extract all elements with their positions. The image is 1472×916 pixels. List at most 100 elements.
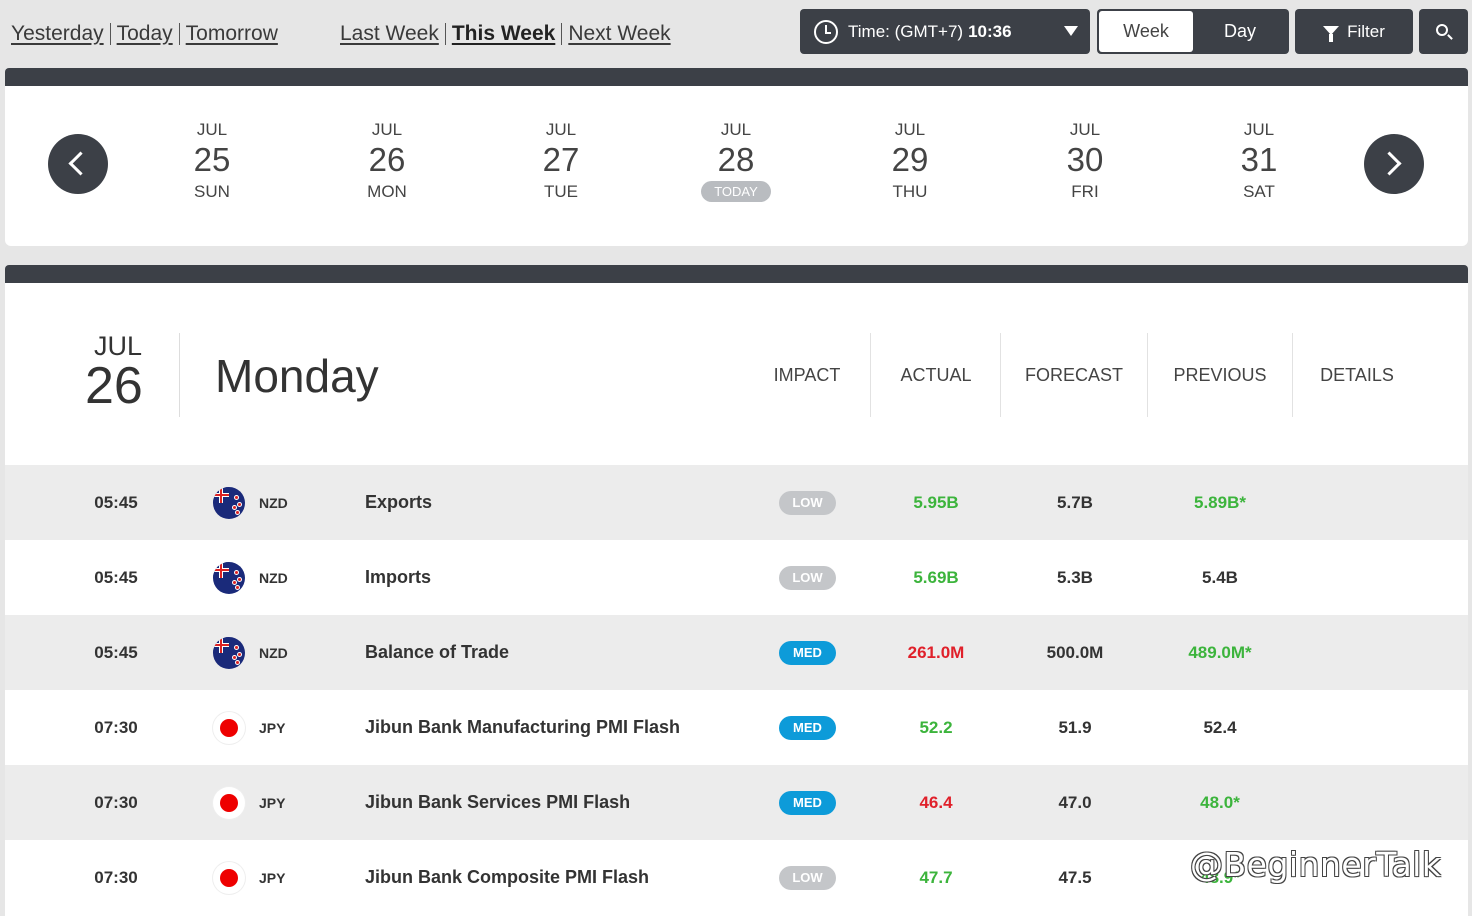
- event-time: 05:45: [94, 492, 138, 512]
- link-last-week[interactable]: Last Week: [340, 22, 439, 46]
- event-currency: NZD: [259, 644, 288, 661]
- jp-flag-icon: [213, 711, 245, 744]
- event-title[interactable]: Balance of Trade: [365, 615, 765, 690]
- nz-flag-icon: [213, 636, 245, 669]
- event-currency: JPY: [259, 869, 286, 886]
- view-toggle: Week Day: [1097, 9, 1289, 54]
- event-flag: [213, 690, 245, 765]
- day-month: JUL: [1243, 120, 1275, 139]
- timezone-label: Time: (GMT+7): [848, 21, 964, 41]
- event-flag: [213, 615, 245, 690]
- event-title[interactable]: Exports: [365, 465, 765, 540]
- event-impact: MED: [779, 615, 836, 690]
- current-time: 10:36: [968, 21, 1012, 41]
- event-row[interactable]: 05:45 NZD Balance of Trade MED 261.0M 500.0M 4…: [5, 615, 1468, 690]
- day-weekday: THU: [892, 182, 928, 201]
- event-title[interactable]: Jibun Bank Manufacturing PMI Flash: [365, 690, 765, 765]
- view-day-button[interactable]: Day: [1193, 11, 1287, 52]
- day-weekday: TUE: [544, 182, 578, 201]
- week-day-mon[interactable]: JUL 26 MON: [327, 120, 447, 202]
- today-badge: TODAY: [701, 181, 771, 202]
- event-time: 05:45: [94, 642, 138, 662]
- event-row[interactable]: 07:30 JPY Jibun Bank Services PMI Flash MED…: [5, 765, 1468, 840]
- timezone-select[interactable]: Time: (GMT+7) 10:36: [800, 9, 1090, 54]
- week-day-today[interactable]: JUL 28 TODAY: [676, 120, 796, 202]
- link-this-week[interactable]: This Week: [452, 22, 555, 46]
- week-day-sat[interactable]: JUL 31 SAT: [1199, 120, 1319, 202]
- caret-down-icon: [1064, 26, 1078, 36]
- event-row[interactable]: 05:45 NZD Imports LOW 5.69B 5.3B 5.4B: [5, 540, 1468, 615]
- impact-badge: MED: [779, 790, 836, 815]
- day-month: JUL: [1069, 120, 1101, 139]
- prev-week-button[interactable]: [48, 134, 108, 194]
- watermark: @BeginnerTalk: [1190, 845, 1442, 884]
- impact-badge: LOW: [779, 565, 836, 590]
- event-actual: 5.95B: [913, 492, 959, 512]
- event-time: 07:30: [94, 717, 138, 737]
- day-header-weekday: Monday: [215, 350, 379, 402]
- event-previous: 489.0M*: [1188, 642, 1252, 662]
- week-day-fri[interactable]: JUL 30 FRI: [1025, 120, 1145, 202]
- day-weekday: SAT: [1243, 182, 1275, 201]
- day-month: JUL: [545, 120, 577, 139]
- chevron-right-icon: [1377, 151, 1402, 176]
- event-title[interactable]: Imports: [365, 540, 765, 615]
- day-number: 29: [891, 141, 929, 178]
- link-tomorrow[interactable]: Tomorrow: [186, 22, 278, 46]
- event-forecast: 47.5: [1058, 867, 1092, 887]
- column-divider: [1000, 333, 1001, 417]
- event-actual: 46.4: [919, 792, 953, 812]
- event-impact: LOW: [779, 540, 836, 615]
- column-forecast: FORECAST: [1024, 365, 1123, 385]
- impact-badge: LOW: [779, 865, 836, 890]
- event-actual: 52.2: [919, 717, 953, 737]
- link-today[interactable]: Today: [117, 22, 173, 46]
- nz-flag-icon: [213, 561, 245, 594]
- day-month: JUL: [894, 120, 926, 139]
- day-month: JUL: [196, 120, 228, 139]
- day-number: 26: [368, 141, 406, 178]
- event-forecast: 51.9: [1058, 717, 1092, 737]
- event-currency: JPY: [259, 719, 286, 736]
- link-separator: [109, 23, 111, 45]
- day-header-date: JUL 26: [85, 331, 180, 412]
- week-day-tue[interactable]: JUL 27 TUE: [501, 120, 621, 202]
- column-divider: [1147, 333, 1148, 417]
- week-day-thu[interactable]: JUL 29 THU: [850, 120, 970, 202]
- event-currency: JPY: [259, 794, 286, 811]
- week-day-sun[interactable]: JUL 25 SUN: [152, 120, 272, 202]
- impact-badge: MED: [779, 640, 836, 665]
- view-week-button[interactable]: Week: [1099, 11, 1193, 52]
- search-button[interactable]: [1419, 9, 1468, 54]
- column-impact: IMPACT: [773, 365, 841, 385]
- filter-button[interactable]: Filter: [1295, 9, 1413, 54]
- link-yesterday[interactable]: Yesterday: [11, 22, 104, 46]
- day-number: 28: [717, 141, 755, 178]
- event-title[interactable]: Jibun Bank Services PMI Flash: [365, 765, 765, 840]
- link-next-week[interactable]: Next Week: [568, 22, 670, 46]
- event-row[interactable]: 05:45 NZD Exports LOW 5.95B 5.7B 5.89B*: [5, 465, 1468, 540]
- day-weekday: MON: [367, 182, 407, 201]
- week-strip: JUL 25 SUN JUL 26 MON JUL 27 TUE JUL 28 …: [5, 86, 1468, 246]
- column-divider: [870, 333, 871, 417]
- day-quick-links: Yesterday Today Tomorrow: [11, 22, 278, 46]
- event-actual: 5.69B: [913, 567, 959, 587]
- event-time: 05:45: [94, 567, 138, 587]
- impact-badge: MED: [779, 715, 836, 740]
- day-header: JUL 26 Monday IMPACT ACTUAL FORECAST PRE…: [5, 283, 1468, 465]
- event-title[interactable]: Jibun Bank Composite PMI Flash: [365, 840, 765, 915]
- event-actual: 261.0M: [907, 642, 965, 662]
- column-details: DETAILS: [1320, 365, 1394, 385]
- event-impact: LOW: [779, 840, 836, 915]
- funnel-icon: [1323, 26, 1340, 42]
- event-forecast: 5.7B: [1057, 492, 1093, 512]
- event-time: 07:30: [94, 867, 138, 887]
- link-separator: [444, 23, 446, 45]
- link-separator: [178, 23, 180, 45]
- event-impact: LOW: [779, 465, 836, 540]
- column-divider: [1292, 333, 1293, 417]
- calendar-table: JUL 26 Monday IMPACT ACTUAL FORECAST PRE…: [5, 283, 1468, 916]
- event-row[interactable]: 07:30 JPY Jibun Bank Manufacturing PMI Fla…: [5, 690, 1468, 765]
- day-number: 31: [1240, 141, 1278, 178]
- next-week-button[interactable]: [1364, 134, 1424, 194]
